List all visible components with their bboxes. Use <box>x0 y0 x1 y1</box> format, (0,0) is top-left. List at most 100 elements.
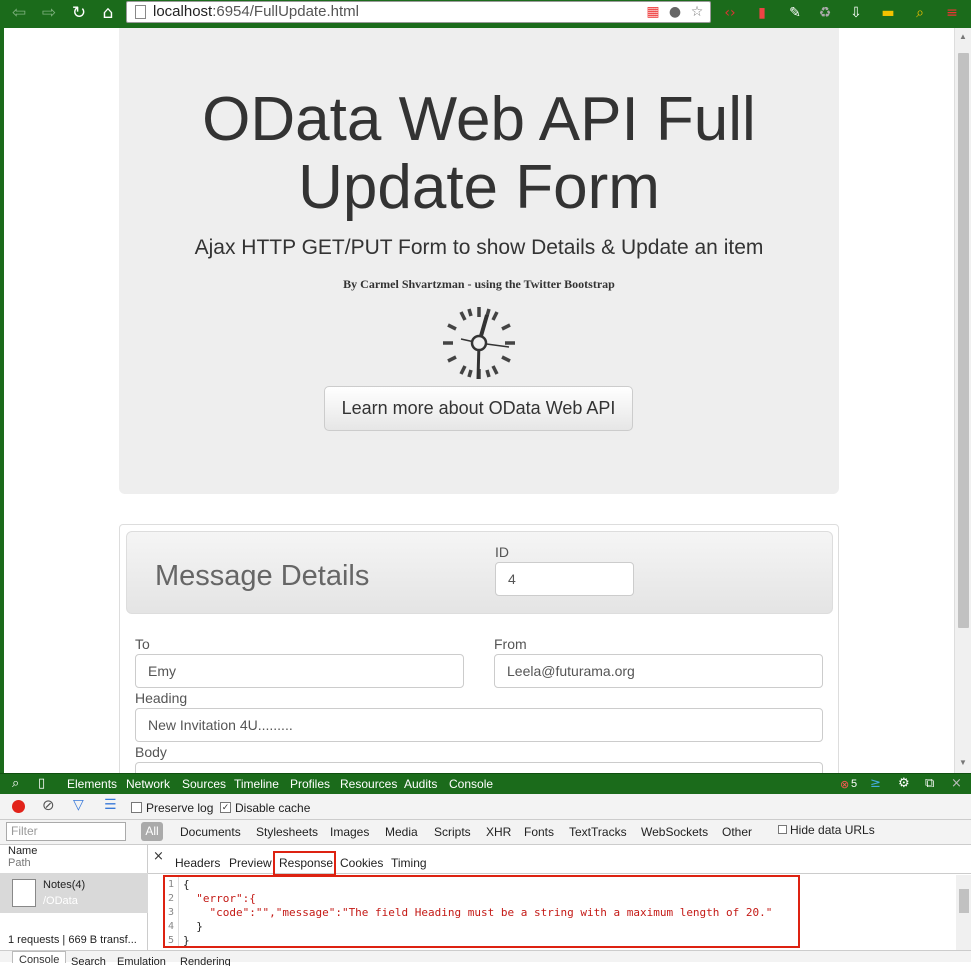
page-title-line2: Update Form <box>298 153 660 222</box>
message-details-panel: Message Details ID 4 To Emy From Leela@f… <box>119 524 839 796</box>
page-subtitle: Ajax HTTP GET/PUT Form to show Details &… <box>194 236 764 259</box>
filter-documents[interactable]: Documents <box>180 825 241 839</box>
drawer-tab-emulation[interactable]: Emulation <box>117 954 166 966</box>
column-path-header: Path <box>8 857 31 869</box>
preserve-log-label: Preserve log <box>146 801 214 815</box>
list-view-icon[interactable]: ☰ <box>104 797 117 813</box>
request-path: /OData <box>43 895 78 907</box>
forward-icon[interactable]: ⇨ <box>38 3 60 23</box>
network-toolbar: ⊘ ▽ ☰ Preserve log ✓ Disable cache <box>0 794 971 820</box>
inspect-icon[interactable]: ⌕ <box>910 3 930 23</box>
search-icon[interactable]: ⌕ <box>12 776 19 791</box>
file-icon <box>12 879 36 907</box>
to-field[interactable]: Emy <box>135 654 464 688</box>
dock-icon[interactable]: ⧉ <box>925 776 934 791</box>
tab-timing[interactable]: Timing <box>391 856 427 870</box>
id-field[interactable]: 4 <box>495 562 634 596</box>
filter-images[interactable]: Images <box>330 825 369 839</box>
filter-texttracks[interactable]: TextTracks <box>569 825 627 839</box>
scrollbar-thumb[interactable] <box>958 53 969 628</box>
page-title-line1: OData Web API Full <box>202 85 756 154</box>
tab-preview[interactable]: Preview <box>229 856 272 870</box>
response-highlight <box>163 875 800 948</box>
tab-cookies[interactable]: Cookies <box>340 856 383 870</box>
download-icon[interactable]: ⇩ <box>846 3 866 23</box>
drawer-tab-rendering[interactable]: Rendering <box>180 954 231 966</box>
filter-fonts[interactable]: Fonts <box>524 825 554 839</box>
back-icon[interactable]: ⇦ <box>8 3 30 23</box>
response-tab-highlight <box>273 851 336 876</box>
request-name: Notes(4) <box>43 879 86 891</box>
tab-sources[interactable]: Sources <box>182 777 226 791</box>
gear-icon[interactable]: ⚙ <box>898 776 910 791</box>
book-icon[interactable]: ▮ <box>752 3 772 23</box>
reload-icon[interactable]: ↻ <box>68 3 90 23</box>
divider <box>148 873 971 874</box>
tab-console[interactable]: Console <box>449 777 493 791</box>
scroll-down-icon[interactable]: ▼ <box>959 758 967 767</box>
bulb-icon[interactable]: ● <box>665 2 685 22</box>
filter-xhr[interactable]: XHR <box>486 825 511 839</box>
panel-title: Message Details <box>155 560 370 592</box>
page-title: OData Web API Full Update Form <box>119 86 839 222</box>
tab-elements[interactable]: Elements <box>67 777 117 791</box>
devtools-tabbar: ⌕ ▯ Elements Network Sources Timeline Pr… <box>0 773 971 794</box>
drawer-tab-console[interactable]: Console <box>12 951 67 963</box>
response-scrollbar[interactable] <box>956 875 971 950</box>
pen-icon[interactable]: ✎ <box>785 3 805 23</box>
error-icon[interactable]: ⊗ <box>840 778 849 791</box>
tab-network[interactable]: Network <box>126 777 170 791</box>
response-scrollbar-thumb[interactable] <box>959 889 969 913</box>
extension-icon[interactable]: ▦ <box>643 2 663 22</box>
disable-cache-checkbox[interactable]: ✓ <box>220 802 231 813</box>
body-label: Body <box>135 744 167 760</box>
to-label: To <box>135 636 150 652</box>
from-field[interactable]: Leela@futurama.org <box>494 654 823 688</box>
window-border <box>0 28 4 773</box>
byline: By Carmel Shvartzman - using the Twitter… <box>343 277 615 291</box>
bookmark-star-icon[interactable]: ☆ <box>687 2 707 22</box>
tab-timeline[interactable]: Timeline <box>234 777 279 791</box>
filter-websockets[interactable]: WebSockets <box>641 825 708 839</box>
filter-input[interactable]: Filter <box>6 822 126 841</box>
tab-profiles[interactable]: Profiles <box>290 777 330 791</box>
filter-row: Filter All Documents Stylesheets Images … <box>0 820 971 845</box>
menu-icon[interactable]: ≡ <box>942 3 962 23</box>
filter-media[interactable]: Media <box>385 825 418 839</box>
console-drawer-icon[interactable]: ≥ <box>870 776 881 791</box>
tab-headers[interactable]: Headers <box>175 856 220 870</box>
filter-other[interactable]: Other <box>722 825 752 839</box>
request-row[interactable]: Notes(4) /OData <box>0 873 148 913</box>
address-bar[interactable]: localhost:6954/FullUpdate.html ▦ ● ☆ <box>126 1 711 23</box>
drawer-tab-search[interactable]: Search <box>71 954 106 966</box>
clear-icon[interactable]: ⊘ <box>42 796 55 814</box>
close-icon[interactable]: × <box>951 776 962 791</box>
heading-field[interactable]: New Invitation 4U......... <box>135 708 823 742</box>
column-name-header[interactable]: Name <box>8 845 37 857</box>
scroll-up-icon[interactable]: ▲ <box>959 32 967 41</box>
ruler-icon[interactable]: ▬ <box>878 3 898 23</box>
page-scrollbar[interactable]: ▲ ▼ <box>954 28 971 773</box>
clock-icon <box>443 307 515 380</box>
error-count: 5 <box>851 778 858 790</box>
code-icon[interactable]: ‹› <box>720 3 740 23</box>
record-icon[interactable] <box>12 800 25 813</box>
filter-stylesheets[interactable]: Stylesheets <box>256 825 318 839</box>
filter-scripts[interactable]: Scripts <box>434 825 471 839</box>
filter-icon[interactable]: ▽ <box>73 797 84 813</box>
tab-audits[interactable]: Audits <box>404 777 437 791</box>
device-icon[interactable]: ▯ <box>38 776 45 791</box>
tab-resources[interactable]: Resources <box>340 777 397 791</box>
filter-all-button[interactable]: All <box>141 822 163 841</box>
from-label: From <box>494 636 527 652</box>
close-detail-icon[interactable]: × <box>153 849 164 864</box>
learn-more-button[interactable]: Learn more about OData Web API <box>324 386 633 431</box>
page-icon <box>135 5 146 19</box>
hide-data-urls-checkbox[interactable] <box>778 825 787 834</box>
home-icon[interactable]: ⌂ <box>97 3 119 23</box>
disable-cache-label: Disable cache <box>235 801 311 815</box>
preserve-log-checkbox[interactable] <box>131 802 142 813</box>
hide-data-urls-label: Hide data URLs <box>790 823 875 837</box>
recycle-icon[interactable]: ♻ <box>815 3 835 23</box>
browser-toolbar: ⇦ ⇨ ↻ ⌂ localhost:6954/FullUpdate.html ▦… <box>0 0 971 28</box>
